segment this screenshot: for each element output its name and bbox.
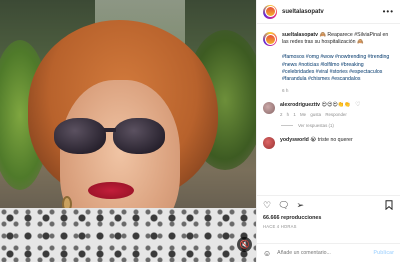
heart-icon[interactable]: ♡ <box>263 201 271 210</box>
more-options-icon[interactable]: ••• <box>383 7 394 16</box>
comment-icon[interactable]: 🗨 <box>278 201 289 210</box>
comment-username[interactable]: yodysworld <box>280 137 309 143</box>
video-player[interactable]: 🔇 <box>0 0 256 262</box>
comment-age: 2 h <box>280 111 290 117</box>
avatar[interactable] <box>263 101 275 114</box>
comment-item: yodysworld 😭 triste no querer <box>263 136 393 149</box>
sunglasses-lens <box>113 118 165 154</box>
post-timestamp: HACE 4 HORAS <box>263 224 297 229</box>
comment-input[interactable] <box>277 250 358 256</box>
view-replies-label: Ver respuestas (1) <box>298 122 334 128</box>
comment-text: 😍😍😍👏👏 <box>321 101 351 108</box>
comments-feed[interactable]: sueltalasopatv 🙈 Reaparece #SilviaPinal … <box>257 25 400 197</box>
patterned-blouse <box>0 208 256 262</box>
sunglasses-lens <box>54 118 106 154</box>
avatar[interactable] <box>263 136 275 149</box>
emoji-icon[interactable]: ☺ <box>263 249 271 258</box>
reply-button[interactable]: Responder <box>325 112 346 117</box>
caption-hashtags[interactable]: #famosos #omg #wow #nowtrending #trendin… <box>282 54 389 82</box>
publish-button[interactable]: Publicar <box>374 250 394 256</box>
post-age: 6 h <box>282 87 289 93</box>
avatar[interactable] <box>263 32 277 46</box>
avatar[interactable] <box>263 4 277 19</box>
comment-item: alexrodriguezttv 😍😍😍👏👏 ♡ 2 h 1 Me gusta … <box>263 101 393 117</box>
sunglasses-bridge <box>104 128 116 132</box>
view-replies-button[interactable]: Ver respuestas (1) <box>281 123 393 128</box>
post-username[interactable]: sueltalasopatv <box>282 9 324 15</box>
post-sidebar: sueltalasopatv ••• sueltalasopatv 🙈 Reap… <box>256 0 400 262</box>
comment-username[interactable]: alexrodriguezttv <box>280 102 320 108</box>
bookmark-icon[interactable] <box>385 199 393 212</box>
view-count[interactable]: 66.666 reproducciones <box>263 215 393 221</box>
post-header: sueltalasopatv ••• <box>257 0 400 24</box>
comment-text: 😭 triste no querer <box>310 136 353 143</box>
mute-icon[interactable]: 🔇 <box>237 237 252 252</box>
share-icon[interactable]: ➢ <box>297 201 305 210</box>
post-actions: ♡ 🗨 ➢ 66.666 reproducciones HACE 4 HORAS <box>257 195 400 229</box>
person-lips <box>88 182 134 199</box>
heart-icon[interactable]: ♡ <box>355 102 360 108</box>
comment-likes[interactable]: 1 Me gusta <box>293 112 321 117</box>
add-comment-bar: ☺ Publicar <box>257 243 400 262</box>
caption-username[interactable]: sueltalasopatv <box>282 32 318 38</box>
post-caption: sueltalasopatv 🙈 Reaparece #SilviaPinal … <box>263 32 393 84</box>
